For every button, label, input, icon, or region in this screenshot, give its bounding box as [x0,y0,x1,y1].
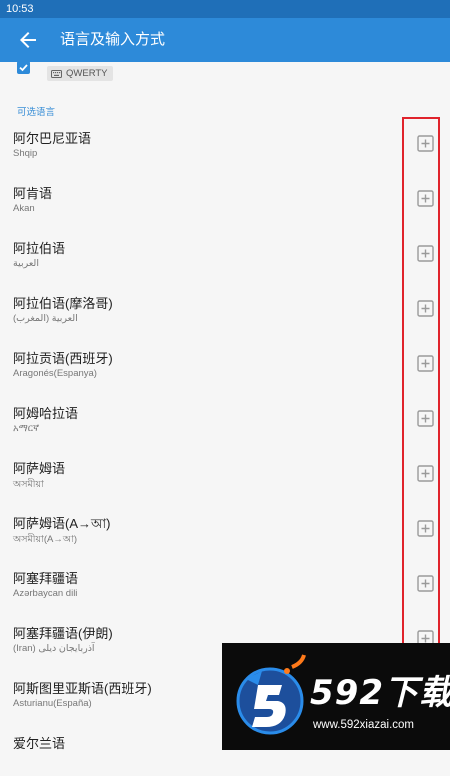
language-native-name: অসমীয়া [13,479,44,490]
list-item[interactable]: 阿萨姆语(A→আ) অসমীয়া(A→আ) [0,501,450,556]
language-native-name: العربية (المغرب) [13,313,78,324]
language-name: 阿姆哈拉语 [13,406,79,421]
list-item[interactable]: 阿肯语 Akan [0,171,450,226]
language-native-name: Shqip [13,148,38,159]
status-time: 10:53 [6,3,34,15]
back-button[interactable] [16,28,40,52]
language-name: 阿尔巴尼亚语 [13,131,92,146]
add-language-button[interactable] [417,135,434,152]
page-title: 语言及输入方式 [60,31,166,48]
add-language-button[interactable] [417,355,434,372]
language-native-name: Azərbaycan dili [13,588,78,599]
add-language-button[interactable] [417,575,434,592]
add-box-icon [417,245,434,262]
language-name: 阿拉伯语(摩洛哥) [13,296,113,311]
list-item[interactable]: 阿拉贡语(西班牙) Aragonés(Espanya) [0,336,450,391]
language-name: 爱尔兰语 [13,736,66,751]
list-item[interactable]: 阿尔巴尼亚语 Shqip [0,116,450,171]
language-name: 阿塞拜疆语(伊朗) [13,626,113,641]
language-name: 阿拉贡语(西班牙) [13,351,113,366]
list-item[interactable]: 阿萨姆语 অসমীয়া [0,446,450,501]
language-name: 阿肯语 [13,186,53,201]
add-box-icon [417,190,434,207]
add-language-button[interactable] [417,410,434,427]
language-name: 阿拉伯语 [13,241,66,256]
add-language-button[interactable] [417,190,434,207]
add-box-icon [417,465,434,482]
language-native-name: አማርኛ [13,423,40,434]
list-item[interactable]: 阿塞拜疆语 Azərbaycan dili [0,556,450,611]
add-box-icon [417,135,434,152]
keyboard-layout-chip: QWERTY [47,66,113,81]
arrow-back-icon [20,32,36,48]
add-language-button[interactable] [417,520,434,537]
add-box-icon [417,575,434,592]
language-native-name: Aragonés(Espanya) [13,368,97,379]
language-name: 阿斯图里亚斯语(西班牙) [13,681,152,696]
language-native-name: (Iran) آذربایجان دیلی [13,643,95,654]
watermark: 592下载 www.592xiazai.com [222,643,450,750]
app-bar: 语言及输入方式 [0,18,450,62]
add-box-icon [417,410,434,427]
add-box-icon [417,300,434,317]
watermark-brand: 592下载 [310,673,450,713]
watermark-logo [236,654,306,735]
language-native-name: অসমীয়া(A→আ) [13,534,78,545]
language-name: 阿塞拜疆语 [13,571,79,586]
keyboard-icon [51,69,62,78]
language-native-name: Asturianu(España) [13,698,92,709]
list-item[interactable]: 阿拉伯语 العربية [0,226,450,281]
language-name: 阿萨姆语 [13,461,66,476]
add-language-button[interactable] [417,300,434,317]
status-bar: 10:53 [0,0,450,18]
add-box-icon [417,520,434,537]
keyboard-layout-label: QWERTY [66,68,108,79]
list-item[interactable]: 阿姆哈拉语 አማርኛ [0,391,450,446]
list-item[interactable]: 阿拉伯语(摩洛哥) العربية (المغرب) [0,281,450,336]
language-native-name: Akan [13,203,35,214]
add-language-button[interactable] [417,465,434,482]
check-icon [19,64,28,72]
add-language-button[interactable] [417,245,434,262]
language-native-name: العربية [13,258,39,269]
add-box-icon [417,355,434,372]
enabled-language-row[interactable]: QWERTY [0,61,450,88]
watermark-url: www.592xiazai.com [313,719,414,731]
enabled-checkbox[interactable] [17,61,30,74]
